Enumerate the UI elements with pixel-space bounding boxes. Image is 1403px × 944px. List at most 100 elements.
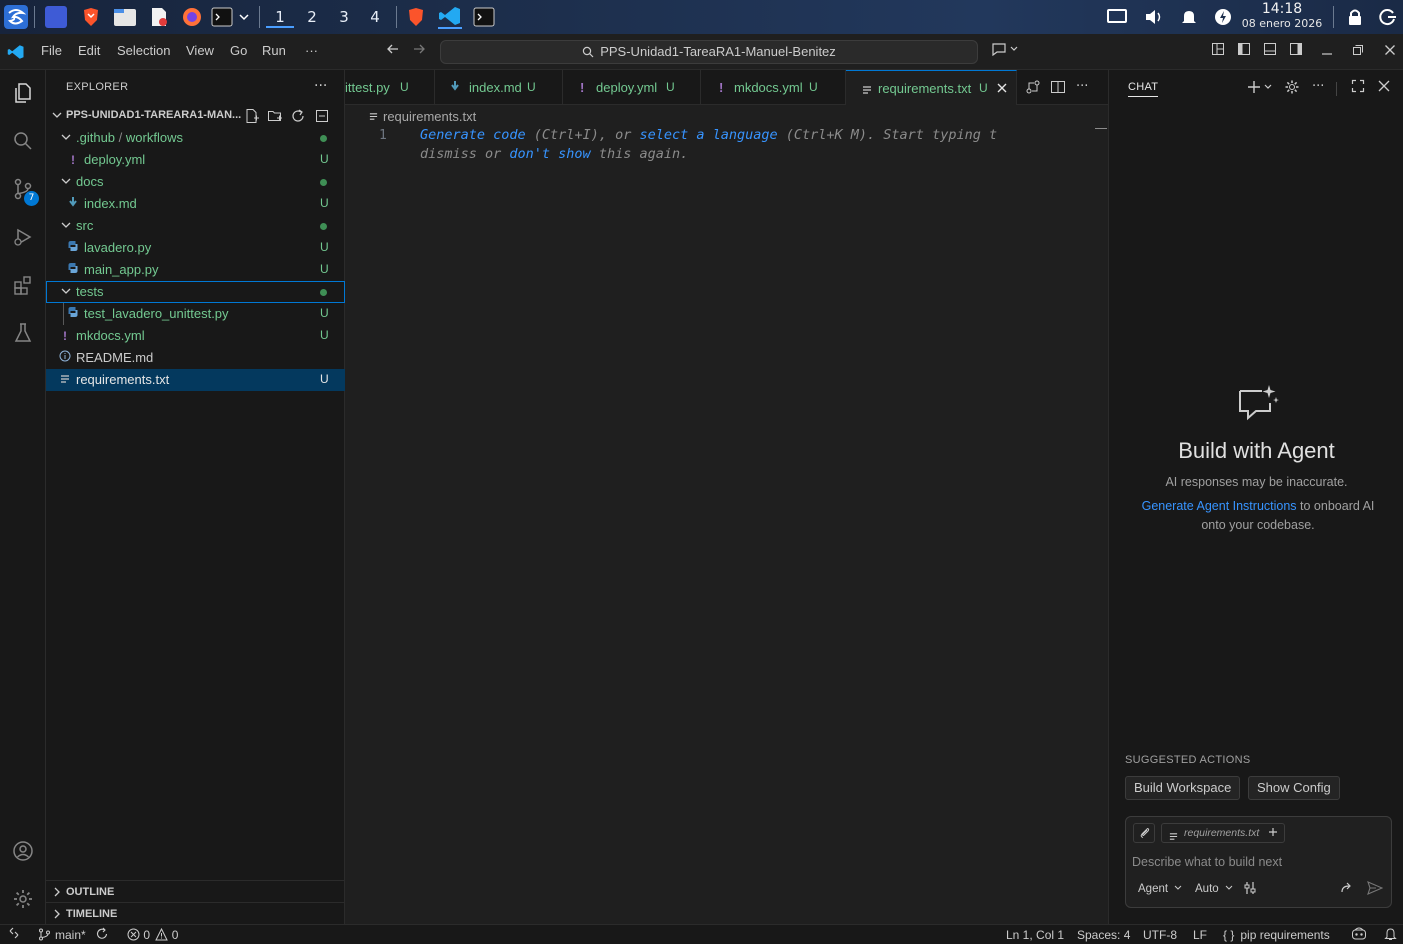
- chevron-down-icon[interactable]: [238, 5, 250, 29]
- tree-file-main-app-py[interactable]: main_app.py U: [46, 259, 345, 281]
- vscode-window-icon[interactable]: [438, 5, 462, 29]
- workspace-4[interactable]: 4: [361, 6, 389, 28]
- remote-indicator-icon[interactable]: [8, 927, 20, 942]
- command-center[interactable]: PPS-Unidad1-TareaRA1-Manuel-Benitez: [440, 40, 978, 64]
- tree-file-mkdocs-yml[interactable]: ! mkdocs.yml U: [46, 325, 345, 347]
- problems-item[interactable]: 0 0: [127, 927, 178, 942]
- cursor-position[interactable]: Ln 1, Col 1: [1006, 928, 1064, 942]
- add-context-icon[interactable]: [1268, 825, 1278, 843]
- new-folder-icon[interactable]: [267, 108, 283, 124]
- outline-section[interactable]: OUTLINE: [46, 880, 345, 902]
- workspace-2[interactable]: 2: [298, 6, 326, 28]
- volume-icon[interactable]: [1143, 5, 1165, 29]
- chat-toggle-icon[interactable]: [990, 42, 1020, 62]
- maximize-window-icon[interactable]: [1348, 42, 1368, 62]
- show-config-button[interactable]: Show Config: [1248, 776, 1340, 800]
- menu-more[interactable]: ···: [305, 43, 318, 58]
- desktop-icon[interactable]: [45, 5, 67, 29]
- tree-folder-src[interactable]: src: [46, 215, 345, 237]
- toggle-panel-icon[interactable]: [1260, 42, 1280, 62]
- account-icon[interactable]: [8, 836, 38, 866]
- editor-more-actions[interactable]: ···: [1076, 79, 1094, 97]
- chat-input-box[interactable]: requirements.txt Describe what to build …: [1125, 816, 1392, 908]
- notifications-icon[interactable]: [1179, 5, 1199, 29]
- menu-run[interactable]: Run: [262, 43, 286, 58]
- send-icon[interactable]: [1367, 881, 1384, 898]
- chat-prompt-placeholder[interactable]: Describe what to build next: [1132, 855, 1282, 869]
- terminal-icon[interactable]: [211, 5, 233, 29]
- tab-test-lavadero-unittest[interactable]: ittest.py U: [345, 70, 435, 105]
- tree-file-deploy-yml[interactable]: ! deploy.yml U: [46, 149, 345, 171]
- delegate-icon[interactable]: [1340, 881, 1354, 898]
- workspace-1[interactable]: 1: [266, 6, 294, 28]
- menu-selection[interactable]: Selection: [117, 43, 170, 58]
- menu-go[interactable]: Go: [230, 43, 247, 58]
- search-icon[interactable]: [8, 126, 38, 156]
- bell-icon[interactable]: [1384, 927, 1397, 944]
- toggle-sidebar-icon[interactable]: [1234, 42, 1254, 62]
- menu-edit[interactable]: Edit: [78, 43, 100, 58]
- tools-icon[interactable]: [1244, 881, 1258, 898]
- menu-view[interactable]: View: [186, 43, 214, 58]
- tab-index-md[interactable]: index.md U: [435, 70, 563, 105]
- close-tab-icon[interactable]: [996, 82, 1008, 97]
- git-branch-item[interactable]: main*: [38, 928, 86, 942]
- run-debug-icon[interactable]: [8, 222, 38, 252]
- split-editor-icon[interactable]: [1050, 79, 1068, 97]
- clock-date[interactable]: 08 enero 2026: [1238, 17, 1326, 30]
- close-window-icon[interactable]: [1380, 42, 1400, 62]
- firefox-icon[interactable]: [181, 5, 203, 29]
- language-mode[interactable]: { } pip requirements: [1223, 928, 1330, 942]
- timeline-section[interactable]: TIMELINE: [46, 902, 345, 924]
- tree-file-lavadero-py[interactable]: lavadero.py U: [46, 237, 345, 259]
- power-profile-icon[interactable]: [1213, 5, 1233, 29]
- context-chip[interactable]: requirements.txt: [1161, 823, 1286, 843]
- tree-folder-tests[interactable]: tests: [46, 281, 345, 303]
- close-icon[interactable]: [1377, 79, 1395, 97]
- menu-file[interactable]: File: [41, 43, 62, 58]
- generate-code-link[interactable]: Generate code: [420, 127, 526, 143]
- sidebar-more-button[interactable]: ···: [314, 78, 327, 94]
- extensions-icon[interactable]: [8, 270, 38, 300]
- new-chat-icon[interactable]: [1246, 79, 1272, 97]
- toggle-secondary-sidebar-icon[interactable]: [1286, 42, 1306, 62]
- explorer-icon[interactable]: [8, 78, 38, 108]
- forward-arrow-icon[interactable]: [409, 42, 429, 62]
- copilot-icon[interactable]: [1351, 927, 1367, 944]
- breadcrumb[interactable]: requirements.txt: [369, 109, 476, 124]
- file-manager-icon[interactable]: [113, 5, 137, 29]
- workspace-3[interactable]: 3: [330, 6, 358, 28]
- lock-icon[interactable]: [1345, 5, 1365, 29]
- dont-show-link[interactable]: don't show: [509, 146, 590, 162]
- testing-flask-icon[interactable]: [8, 318, 38, 348]
- tab-deploy-yml[interactable]: ! deploy.yml U: [563, 70, 701, 105]
- brave-window-icon[interactable]: [405, 5, 427, 29]
- minimize-window-icon[interactable]: [1317, 42, 1337, 62]
- tree-file-readme-md[interactable]: README.md: [46, 347, 345, 369]
- end-of-line[interactable]: LF: [1193, 928, 1207, 942]
- select-language-link[interactable]: select a language: [639, 127, 777, 143]
- agent-mode-picker[interactable]: Agent: [1138, 883, 1182, 895]
- workspace-folder-header[interactable]: PPS-UNIDAD1-TAREARA1-MAN...: [46, 105, 345, 127]
- refresh-icon[interactable]: [290, 108, 306, 124]
- screen-icon[interactable]: [1106, 5, 1128, 29]
- tree-folder-docs[interactable]: docs: [46, 171, 345, 193]
- generate-agent-instructions-link[interactable]: Generate Agent Instructions: [1142, 499, 1297, 513]
- tab-mkdocs-yml[interactable]: ! mkdocs.yml U: [701, 70, 846, 105]
- document-viewer-icon[interactable]: [148, 5, 170, 29]
- terminal-window-icon[interactable]: [473, 5, 495, 29]
- tree-file-requirements-txt[interactable]: requirements.txt U: [46, 369, 345, 391]
- logout-icon[interactable]: [1378, 5, 1398, 29]
- encoding[interactable]: UTF-8: [1143, 928, 1177, 942]
- build-workspace-button[interactable]: Build Workspace: [1125, 776, 1241, 800]
- chat-more-icon[interactable]: ···: [1312, 79, 1330, 97]
- collapse-all-icon[interactable]: [314, 108, 330, 124]
- tree-file-index-md[interactable]: index.md U: [46, 193, 345, 215]
- brave-browser-icon[interactable]: [80, 5, 102, 29]
- system-menu-icon[interactable]: [3, 5, 29, 29]
- chat-title[interactable]: CHAT: [1128, 81, 1159, 97]
- open-changes-icon[interactable]: [1025, 79, 1043, 97]
- tree-file-test-lavadero-unittest-py[interactable]: test_lavadero_unittest.py U: [46, 303, 345, 325]
- sync-icon[interactable]: [95, 927, 109, 944]
- customize-layout-icon[interactable]: [1208, 42, 1228, 62]
